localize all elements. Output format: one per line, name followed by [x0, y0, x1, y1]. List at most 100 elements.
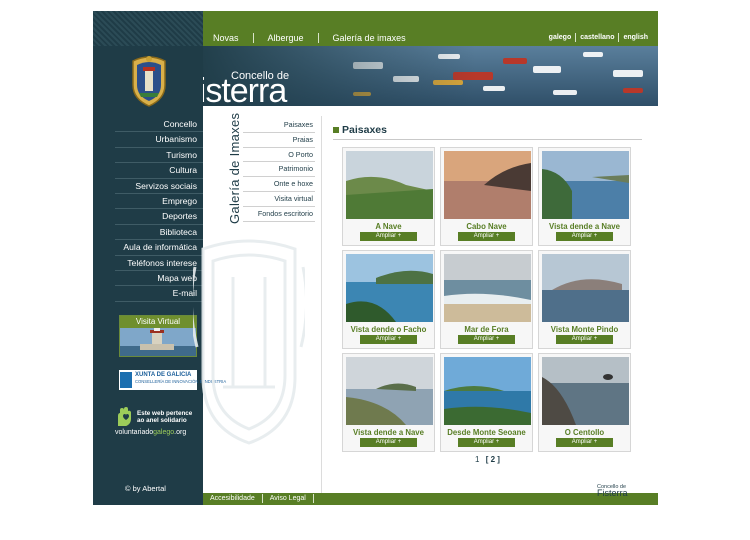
pagination: 1 [ 2 ]	[475, 455, 500, 464]
photo-thumbnail[interactable]	[346, 151, 433, 219]
top-bar: Novas Albergue Galería de imaxes galego …	[203, 11, 658, 46]
header-banner: Concello de Fisterra	[203, 46, 658, 106]
gallery-card: Mar de Fora Ampliar +	[440, 250, 533, 349]
enlarge-button[interactable]: Ampliar +	[360, 335, 417, 344]
main-nav: Concello Urbanismo Turismo Cultura Servi…	[115, 117, 203, 302]
footer-link-accesibilidade[interactable]: Accesibilidade	[210, 494, 263, 503]
photo-thumbnail[interactable]	[444, 357, 531, 425]
site-logo[interactable]: Concello de Fisterra	[203, 46, 333, 106]
language-switcher: galego castellano english	[545, 33, 648, 42]
volunteer-link[interactable]: Este web pertence ao anel solidario volu…	[115, 407, 201, 441]
nav-item-concello[interactable]: Concello	[115, 117, 203, 133]
virtual-visit-banner[interactable]: Visita Virtual	[119, 315, 197, 357]
sub-item-visita-virtual[interactable]: Visita virtual	[243, 192, 315, 207]
photo-title[interactable]: Vista Monte Pindo	[539, 325, 630, 334]
domain-part-b: galego	[153, 429, 175, 436]
gallery-card: Vista dende o Facho Ampliar +	[342, 250, 435, 349]
gallery-card: Vista Monte Pindo Ampliar +	[538, 250, 631, 349]
nav-item-urbanismo[interactable]: Urbanismo	[115, 132, 203, 148]
section-header: Paisaxes	[333, 124, 642, 140]
nav-item-deportes[interactable]: Deportes	[115, 209, 203, 225]
sub-item-patrimonio[interactable]: Patrimonio	[243, 162, 315, 178]
footer-link-aviso-legal[interactable]: Aviso Legal	[270, 494, 314, 503]
gallery-card: Cabo Nave Ampliar +	[440, 147, 533, 246]
photo-title[interactable]: Vista dende a Nave	[539, 222, 630, 231]
crest-watermark	[193, 239, 305, 445]
gallery-card: O Centollo Ampliar +	[538, 353, 631, 452]
xunta-subtitle: CONSELLERÍA DE INNOVACIÓN E INDUSTRIA	[135, 379, 227, 384]
photo-title[interactable]: Vista dende a Nave	[343, 428, 434, 437]
volunteer-domain: voluntariadogalego.org	[115, 429, 186, 436]
sub-item-o-porto[interactable]: O Porto	[243, 148, 315, 163]
sub-item-paisaxes[interactable]: Paisaxes	[243, 118, 315, 133]
lang-galego[interactable]: galego	[545, 33, 577, 42]
coat-of-arms-logo[interactable]	[129, 55, 169, 107]
top-link-albergue[interactable]: Albergue	[268, 33, 319, 43]
page-link-1[interactable]: 1	[475, 455, 479, 464]
enlarge-button[interactable]: Ampliar +	[360, 232, 417, 241]
top-link-novas[interactable]: Novas	[213, 33, 254, 43]
virtual-visit-label: Visita Virtual	[120, 316, 196, 328]
gallery-card: Vista dende a Nave Ampliar +	[538, 147, 631, 246]
enlarge-button[interactable]: Ampliar +	[360, 438, 417, 447]
enlarge-button[interactable]: Ampliar +	[458, 232, 515, 241]
photo-thumbnail[interactable]	[444, 151, 531, 219]
volunteer-text: Este web pertence ao anel solidario	[137, 410, 193, 424]
photo-thumbnail[interactable]	[444, 254, 531, 322]
enlarge-button[interactable]: Ampliar +	[556, 232, 613, 241]
photo-thumbnail[interactable]	[346, 254, 433, 322]
domain-part-c: .org	[174, 429, 187, 436]
nav-item-mapa-web[interactable]: Mapa web	[115, 271, 203, 287]
gallery-vertical-label: Galería de Imaxes	[227, 112, 242, 224]
nav-item-cultura[interactable]: Cultura	[115, 163, 203, 179]
nav-item-telefonos[interactable]: Teléfonos interese	[115, 256, 203, 271]
sub-item-fondos-escritorio[interactable]: Fondos escritorio	[243, 207, 315, 222]
copyright[interactable]: © by Abertal	[125, 484, 166, 493]
xunta-logo-link[interactable]: XUNTA DE GALICIA CONSELLERÍA DE INNOVACI…	[119, 370, 227, 390]
lang-english[interactable]: english	[619, 33, 648, 42]
page: Concello Urbanismo Turismo Cultura Servi…	[93, 11, 658, 505]
gallery-submenu: Paisaxes Praias O Porto Patrimonio Onte …	[243, 118, 315, 222]
photo-thumbnail[interactable]	[542, 151, 629, 219]
photo-title[interactable]: Mar de Fora	[441, 325, 532, 334]
footer-links: Accesibilidade Aviso Legal	[210, 494, 321, 503]
photo-thumbnail[interactable]	[542, 357, 629, 425]
xunta-cross-icon	[120, 372, 132, 388]
photo-title[interactable]: O Centollo	[539, 428, 630, 437]
content-divider	[321, 116, 322, 494]
enlarge-button[interactable]: Ampliar +	[556, 335, 613, 344]
photo-thumbnail[interactable]	[346, 357, 433, 425]
current-page: [ 2 ]	[485, 455, 500, 464]
nav-item-turismo[interactable]: Turismo	[115, 148, 203, 164]
enlarge-button[interactable]: Ampliar +	[458, 335, 515, 344]
enlarge-button[interactable]: Ampliar +	[556, 438, 613, 447]
xunta-title: XUNTA DE GALICIA	[135, 372, 192, 378]
footer-logo: Concello de Fisterra	[589, 484, 651, 502]
left-sidebar: Concello Urbanismo Turismo Cultura Servi…	[93, 11, 227, 505]
lang-castellano[interactable]: castellano	[576, 33, 620, 42]
enlarge-button[interactable]: Ampliar +	[458, 438, 515, 447]
sub-item-praias[interactable]: Praias	[243, 133, 315, 148]
photo-title[interactable]: Cabo Nave	[441, 222, 532, 231]
gallery-card: A Nave Ampliar +	[342, 147, 435, 246]
nav-item-emprego[interactable]: Emprego	[115, 194, 203, 210]
logo-big-text: Fisterra	[203, 72, 287, 106]
nav-item-email[interactable]: E-mail	[115, 286, 203, 302]
nav-item-biblioteca[interactable]: Biblioteca	[115, 225, 203, 241]
nav-item-aula-informatica[interactable]: Aula de informática	[115, 240, 203, 256]
photo-title[interactable]: Vista dende o Facho	[343, 325, 434, 334]
footer-logo-big: Fisterra	[597, 488, 628, 498]
hand-heart-icon	[118, 407, 131, 426]
top-nav: Novas Albergue Galería de imaxes	[213, 31, 434, 45]
photo-title[interactable]: Desde Monte Seoane	[441, 428, 532, 437]
sidebar-header-pattern	[93, 11, 203, 46]
domain-part-a: voluntariado	[115, 429, 154, 436]
top-link-galeria[interactable]: Galería de imaxes	[333, 33, 420, 43]
sub-item-onte-e-hoxe[interactable]: Onte e hoxe	[243, 177, 315, 192]
gallery-card: Vista dende a Nave Ampliar +	[342, 353, 435, 452]
photo-title[interactable]: A Nave	[343, 222, 434, 231]
section-bullet-icon	[333, 127, 339, 133]
nav-item-servizos-sociais[interactable]: Servizos sociais	[115, 179, 203, 194]
section-title: Paisaxes	[342, 124, 387, 136]
photo-thumbnail[interactable]	[542, 254, 629, 322]
